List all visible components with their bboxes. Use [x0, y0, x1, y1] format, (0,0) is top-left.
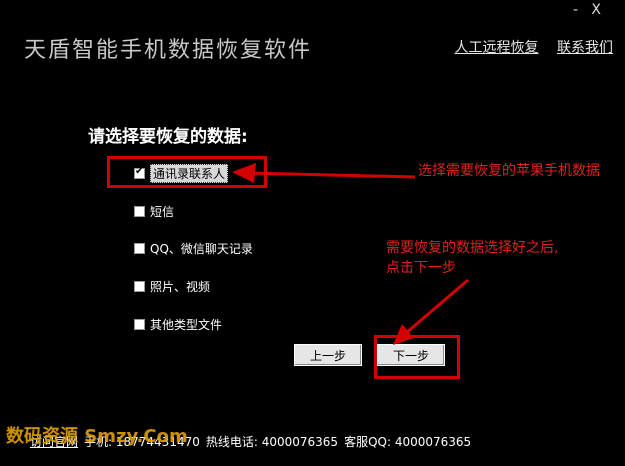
- arrow-line-select: [249, 171, 416, 179]
- annotation-arrows: [232, 163, 469, 345]
- arrow-line-next: [405, 278, 469, 335]
- annotation-select: 选择需要恢复的苹果手机数据: [418, 163, 600, 179]
- annotation-next: 需要恢复的数据选择好之后,点击下一步: [386, 240, 559, 276]
- watermark-logo: 数码资源 Smzy.Com: [6, 426, 188, 447]
- qq-text: 客服QQ: 4000076365: [344, 435, 472, 449]
- hotline-text: 热线电话: 4000076365: [205, 435, 339, 449]
- arrow-head-select: [232, 163, 256, 183]
